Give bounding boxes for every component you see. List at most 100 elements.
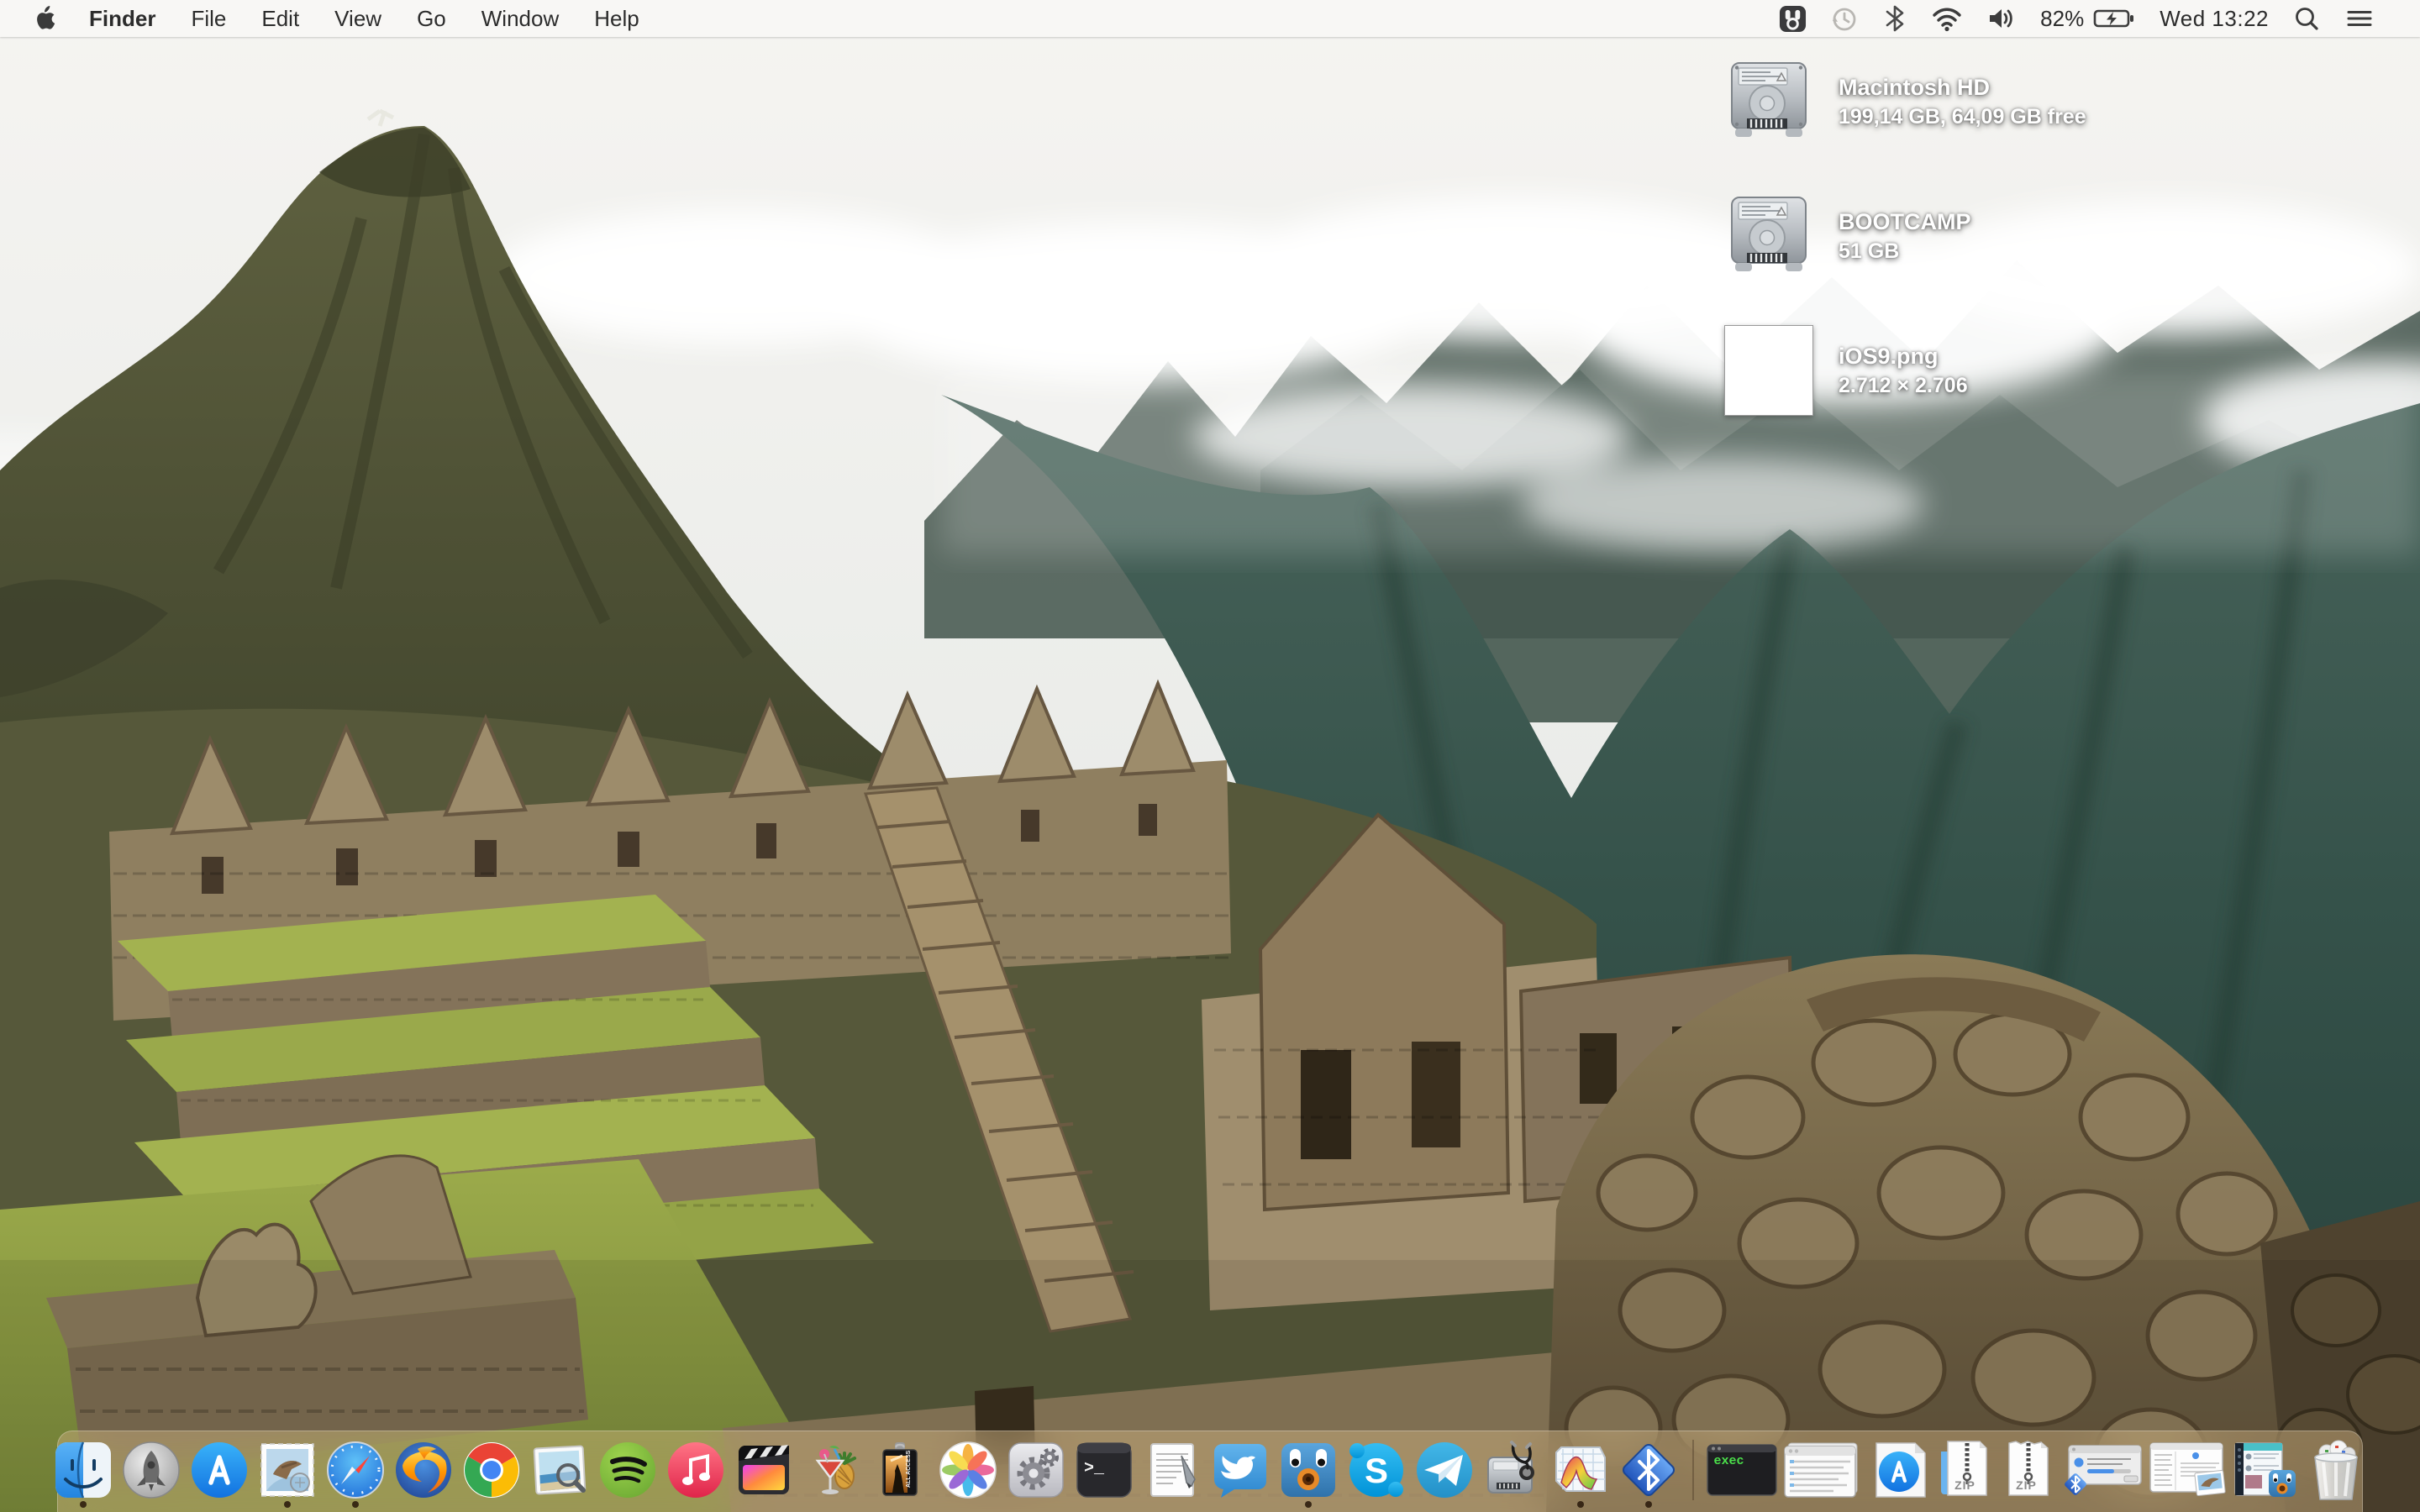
mail-stamp-icon <box>256 1439 318 1501</box>
twitter-icon <box>1209 1439 1271 1501</box>
menu-item-help[interactable]: Help <box>576 0 656 37</box>
volume-menubar-item[interactable] <box>1975 0 2028 37</box>
tweetbot-menubar-item[interactable] <box>1767 0 1818 37</box>
desktop-icon-bootcamp[interactable]: BOOTCAMP 51 GB <box>1721 188 2360 284</box>
finder-window-icon <box>1783 1441 1860 1499</box>
backstage-pass-icon: ALL ACCESS <box>869 1439 931 1501</box>
dock-item-bluetooth-explorer[interactable] <box>1618 1439 1680 1501</box>
mail-message-window-icon <box>2149 1441 2228 1499</box>
hard-drive-icon <box>1721 188 1817 284</box>
menu-item-view[interactable]: View <box>317 0 399 37</box>
dock-item-photos[interactable] <box>937 1439 999 1501</box>
dock-item-chrome[interactable] <box>460 1439 523 1501</box>
bluetooth-exchange-window-icon <box>2060 1442 2143 1498</box>
dock-item-disk-doctor[interactable] <box>1481 1439 1544 1501</box>
battery-menubar-item[interactable]: 82% <box>2028 0 2148 37</box>
dock-item-minimized-exec-window[interactable]: exec <box>1707 1444 1777 1496</box>
dock-item-minimized-finder-window[interactable] <box>1783 1441 1860 1499</box>
apple-menu[interactable] <box>25 0 71 37</box>
dock-item-skype[interactable]: S <box>1345 1439 1407 1501</box>
time-machine-icon <box>1830 4 1859 33</box>
terminal-icon: >_ <box>1073 1439 1135 1501</box>
firefox-icon <box>392 1439 455 1501</box>
svg-text:ALL ACCESS: ALL ACCESS <box>906 1450 912 1488</box>
volume-detail: 51 GB <box>1839 237 1971 265</box>
dock-item-app-store[interactable] <box>188 1439 250 1501</box>
bluetooth-diamond-icon <box>1618 1439 1680 1501</box>
desktop-icon-macintosh-hd[interactable]: Macintosh HD 199,14 GB, 64,09 GB free <box>1721 54 2360 150</box>
menu-item-edit[interactable]: Edit <box>244 0 317 37</box>
volume-detail: 199,14 GB, 64,09 GB free <box>1839 102 2086 131</box>
dock-item-launchpad[interactable] <box>120 1439 182 1501</box>
dock-item-handbrake[interactable] <box>801 1439 863 1501</box>
dock-item-minimized-bluetooth-exchange-window[interactable] <box>2060 1442 2143 1498</box>
zip-file-label: ZIP <box>1938 1478 1993 1492</box>
dock-item-terminal[interactable]: >_ <box>1073 1439 1135 1501</box>
svg-text:>_: >_ <box>1084 1459 1105 1478</box>
dock-item-zip-file-2[interactable]: ZIP <box>1999 1440 2054 1500</box>
desktop-icon-label: Macintosh HD 199,14 GB, 64,09 GB free <box>1839 72 2086 131</box>
notification-center-menubar-item[interactable] <box>2333 0 2386 37</box>
dock-item-finder[interactable] <box>52 1439 114 1501</box>
menu-bar-left: Finder File Edit View Go Window Help <box>0 0 657 37</box>
battery-charging-icon <box>2092 4 2136 33</box>
spotlight-menubar-item[interactable] <box>2281 0 2333 37</box>
menu-item-file[interactable]: File <box>173 0 244 37</box>
wifi-menubar-item[interactable] <box>1919 0 1975 37</box>
disk-doctor-stethoscope-icon <box>1481 1439 1544 1501</box>
handbrake-cocktail-icon <box>801 1439 863 1501</box>
apple-icon <box>34 6 55 31</box>
dock-item-spotify[interactable] <box>597 1439 659 1501</box>
desktop-icon-ios9-png[interactable]: iOS9.png 2.712 × 2.706 <box>1721 323 2360 418</box>
image-thumbnail <box>1721 323 1817 418</box>
dock-item-grapher[interactable] <box>1549 1439 1612 1501</box>
system-preferences-gears-icon <box>1005 1439 1067 1501</box>
bluetooth-icon <box>1882 4 1907 33</box>
grapher-icon <box>1549 1439 1612 1501</box>
volume-name: BOOTCAMP <box>1839 207 1971 237</box>
dock-item-system-preferences[interactable] <box>1005 1439 1067 1501</box>
dock-item-tweetbot[interactable] <box>1277 1439 1339 1501</box>
dock: ALL ACCESS <box>57 1431 2363 1512</box>
terminal-window-icon <box>1707 1444 1777 1496</box>
dock-item-telegram[interactable] <box>1413 1439 1476 1501</box>
dock-item-preview[interactable] <box>529 1439 591 1501</box>
clock-menubar-item[interactable]: Wed 13:22 <box>2148 0 2281 37</box>
dock-item-final-cut-pro[interactable] <box>733 1439 795 1501</box>
final-cut-clapperboard-icon <box>733 1439 795 1501</box>
dock-item-safari[interactable] <box>324 1439 387 1501</box>
menu-item-window[interactable]: Window <box>464 0 576 37</box>
dock-item-minimized-mail-window[interactable] <box>2149 1441 2228 1499</box>
telegram-icon <box>1413 1439 1476 1501</box>
wifi-icon <box>1931 4 1963 33</box>
file-name: iOS9.png <box>1839 341 1968 371</box>
dock-item-twitter[interactable] <box>1209 1439 1271 1501</box>
notification-center-icon <box>2344 4 2375 33</box>
dock-item-itunes[interactable] <box>665 1439 727 1501</box>
menu-item-go[interactable]: Go <box>399 0 464 37</box>
app-store-icon <box>188 1439 250 1501</box>
tweetbot-icon <box>1277 1439 1339 1501</box>
dock-item-minimized-tweetbot-window[interactable] <box>2233 1441 2297 1499</box>
chrome-icon <box>460 1439 523 1501</box>
spotlight-search-icon <box>2292 4 2321 33</box>
menu-bar: Finder File Edit View Go Window Help <box>0 0 2420 37</box>
bluetooth-menubar-item[interactable] <box>1870 0 1919 37</box>
dock-item-minimized-app-store-page[interactable] <box>1866 1440 1932 1500</box>
dock-item-all-access-pass[interactable]: ALL ACCESS <box>869 1439 931 1501</box>
battery-percent-label: 82% <box>2040 6 2084 32</box>
dock-item-mail[interactable] <box>256 1439 318 1501</box>
time-machine-menubar-item[interactable] <box>1818 0 1870 37</box>
hard-drive-icon <box>1721 54 1817 150</box>
menu-bar-status-area: 82% Wed 13:22 <box>1767 0 2420 37</box>
volume-icon <box>1986 4 2017 33</box>
menu-item-finder[interactable]: Finder <box>71 0 173 37</box>
launchpad-rocket-icon <box>120 1439 182 1501</box>
dock-item-firefox[interactable] <box>392 1439 455 1501</box>
dock-item-trash[interactable] <box>2303 1437 2369 1503</box>
dock-item-zip-file-1[interactable]: ZIP <box>1938 1440 1993 1500</box>
desktop-icon-label: iOS9.png 2.712 × 2.706 <box>1839 341 1968 400</box>
dock-item-textedit[interactable] <box>1141 1439 1203 1501</box>
itunes-icon <box>665 1439 727 1501</box>
menubar-clock: Wed 13:22 <box>2160 6 2269 32</box>
